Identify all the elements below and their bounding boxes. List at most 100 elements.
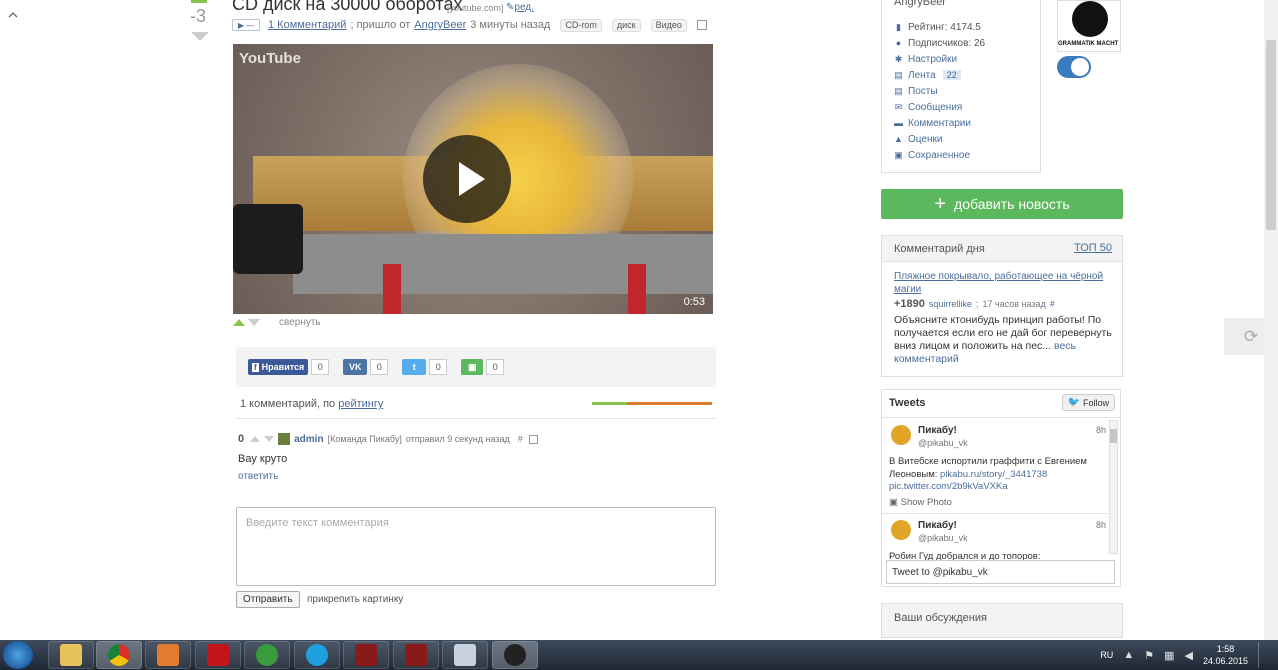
video-player[interactable]: YouTube 0:53 <box>233 44 713 314</box>
menu-feed[interactable]: ▤ Лента 22 <box>894 67 985 83</box>
author-link[interactable]: AngryBeer <box>414 19 466 31</box>
upvote-icon[interactable] <box>250 436 261 442</box>
tag[interactable]: CD-rom <box>560 18 602 32</box>
avatar[interactable] <box>891 425 911 445</box>
start-button[interactable] <box>3 641 33 669</box>
tweets-scrollbar[interactable] <box>1109 420 1118 554</box>
language-indicator[interactable]: RU <box>1100 650 1113 660</box>
reply-link[interactable]: ответить <box>238 471 278 482</box>
twitter-icon[interactable]: t <box>402 359 427 375</box>
tweet-input[interactable] <box>886 560 1115 584</box>
share-vk[interactable]: VK 0 <box>343 359 389 375</box>
save-icon[interactable] <box>528 434 538 444</box>
your-discussions-title: Ваши обсуждения <box>894 612 987 624</box>
save-icon[interactable]: ▣ <box>461 359 484 375</box>
share-save[interactable]: ▣ 0 <box>461 359 505 375</box>
scrollbar-thumb[interactable] <box>1266 40 1276 230</box>
avatar[interactable] <box>891 520 911 540</box>
comment-of-day-post-link[interactable]: Пляжное покрывало, работающее на чёрной … <box>894 270 1109 296</box>
tag[interactable]: Видео <box>650 18 687 32</box>
upvote-icon[interactable] <box>233 319 245 326</box>
user-name[interactable]: AngryBeer <box>894 0 946 8</box>
comment-of-day-body: Объясните ктонибудь принцип работы! По п… <box>894 314 1112 352</box>
sort-by-rating-link[interactable]: рейтингу <box>338 398 383 410</box>
tweet-text: В Витебске испортили граффити с Евгением… <box>889 456 1099 494</box>
show-photo-link[interactable]: ▣ Show Photo <box>889 497 952 508</box>
save-icon[interactable] <box>696 20 707 30</box>
utorrent-icon[interactable] <box>244 641 290 669</box>
rating-row: свернуть <box>233 317 321 328</box>
flag-icon[interactable]: ⚑ <box>1144 649 1154 662</box>
edit-link[interactable]: ✎ред. <box>506 2 534 13</box>
comment-points: +1890 <box>894 298 925 310</box>
share-count: 0 <box>429 359 448 375</box>
tweet-handle[interactable]: @pikabu_vk <box>918 438 968 448</box>
comment-input[interactable] <box>236 507 716 586</box>
menu-comments[interactable]: ▬ Комментарии <box>894 115 985 131</box>
menu-settings[interactable]: ✱ Настройки <box>894 51 985 67</box>
follow-button[interactable]: 🐦 Follow <box>1061 394 1115 411</box>
attach-image-link[interactable]: прикрепить картинку <box>307 594 403 605</box>
video-frame-leg <box>383 264 401 314</box>
comment-author[interactable]: admin <box>294 434 323 445</box>
clock[interactable]: 1:58 24.06.2015 <box>1203 643 1248 667</box>
downvote-icon[interactable] <box>248 319 260 326</box>
downvote-icon[interactable] <box>191 32 209 41</box>
calculator-icon[interactable] <box>442 641 488 669</box>
chrome-icon[interactable] <box>96 641 142 669</box>
comments-link[interactable]: 1 Комментарий <box>268 19 346 31</box>
mini-player-icon[interactable]: ▶ — <box>232 19 260 31</box>
gpu-monitor-icon[interactable] <box>393 641 439 669</box>
comment-user[interactable]: squirrellike <box>929 299 972 309</box>
tweet-pic-link[interactable]: pic.twitter.com/2b9kVaVXKa <box>889 481 1008 492</box>
downvote-icon[interactable] <box>264 436 275 442</box>
menu-messages[interactable]: ✉ Сообщения <box>894 99 985 115</box>
page-scrollbar[interactable] <box>1264 0 1278 640</box>
share-facebook[interactable]: f Нравится 0 <box>248 359 330 375</box>
network-icon[interactable]: ▦ <box>1164 649 1174 662</box>
share-twitter[interactable]: t 0 <box>402 359 448 375</box>
tweet-name[interactable]: Пикабу! <box>918 425 957 436</box>
explorer-icon[interactable] <box>48 641 94 669</box>
user-row-label: Комментарии <box>908 117 971 129</box>
user-avatar[interactable]: GRAMMATIK MACHT FREI <box>1057 0 1121 52</box>
tag[interactable]: диск <box>611 18 641 32</box>
add-news-button[interactable]: + добавить новость <box>881 189 1123 219</box>
media-glyph <box>157 644 179 666</box>
volume-icon[interactable]: ◀ <box>1184 649 1192 662</box>
share-bar: f Нравится 0 VK 0 t 0 ▣ 0 <box>236 347 716 387</box>
menu-saved[interactable]: ▣ Сохраненное <box>894 147 985 163</box>
top50-link[interactable]: ТОП 50 <box>1074 242 1112 254</box>
collapse-link[interactable]: свернуть <box>279 317 321 328</box>
collapse-caret-icon[interactable] <box>8 10 18 20</box>
media-player-icon[interactable] <box>145 641 191 669</box>
theme-toggle[interactable] <box>1057 56 1091 78</box>
your-discussions[interactable]: Ваши обсуждения <box>881 603 1123 638</box>
skype-icon[interactable] <box>294 641 340 669</box>
comment-anchor[interactable]: # <box>518 434 523 444</box>
tweet-time[interactable]: 8h <box>1096 425 1106 435</box>
avatar[interactable] <box>278 433 291 445</box>
flash-icon[interactable] <box>195 641 241 669</box>
comment-anchor[interactable]: # <box>1050 299 1055 309</box>
posts-icon: ▤ <box>894 85 903 96</box>
tray-arrow-icon[interactable]: ▲ <box>1123 649 1134 661</box>
menu-posts[interactable]: ▤ Посты <box>894 83 985 99</box>
feed-icon: ▤ <box>894 69 903 80</box>
menu-ratings[interactable]: ▲ Оценки <box>894 131 985 147</box>
snipping-icon[interactable] <box>492 641 538 669</box>
vk-icon[interactable]: VK <box>343 359 368 375</box>
tweet-handle[interactable]: @pikabu_vk <box>918 533 968 543</box>
youtube-logo: YouTube <box>239 50 301 67</box>
facebook-button[interactable]: f Нравится <box>248 359 309 375</box>
show-desktop-button[interactable] <box>1258 642 1268 668</box>
play-button[interactable] <box>423 135 511 223</box>
scrollbar-thumb[interactable] <box>1110 429 1117 443</box>
tweet-link[interactable]: pikabu.ru/story/_3441738 <box>940 469 1047 480</box>
post-title[interactable]: CD диск на 30000 оборотах <box>232 0 462 15</box>
gpu-tweak-icon[interactable] <box>343 641 389 669</box>
tweet-time[interactable]: 8h <box>1096 520 1106 530</box>
tweet-name[interactable]: Пикабу! <box>918 520 957 531</box>
add-news-label: добавить новость <box>954 196 1070 212</box>
submit-button[interactable]: Отправить <box>236 591 300 608</box>
